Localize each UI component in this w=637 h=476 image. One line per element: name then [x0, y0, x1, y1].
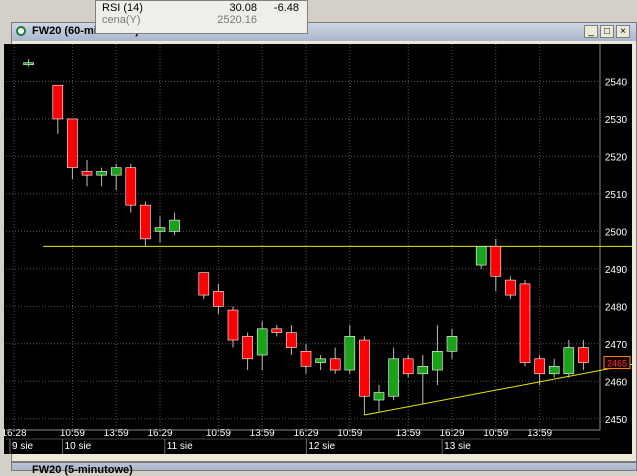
candle-body [329, 358, 341, 371]
candle-body [490, 246, 502, 277]
secondary-chart-window[interactable]: FW20 (5-minutowe) [11, 462, 637, 476]
candle-body [402, 358, 414, 375]
maximize-button[interactable]: □ [600, 25, 614, 38]
y-tick-label: 2530 [605, 115, 628, 126]
candle-body [417, 365, 429, 375]
indicator-tooltip: RSI (14) 30.08 -6.48 cena(Y) 2520.16 [95, 0, 308, 34]
candle-body [23, 62, 34, 66]
current-price-label: 2465 [607, 359, 627, 369]
candle-body [519, 283, 531, 363]
y-tick-label: 2500 [605, 227, 628, 238]
candle-body [169, 219, 180, 232]
candle-body [359, 339, 370, 397]
candle-body [344, 336, 356, 371]
candle-body [110, 167, 122, 176]
candle-body [81, 171, 93, 176]
candle-body [286, 332, 297, 348]
candle-body [534, 358, 545, 375]
candle-body [242, 336, 253, 360]
minimize-button[interactable]: _ [584, 25, 598, 38]
date-label: 11 sie [167, 441, 193, 452]
candlestick-chart-svg[interactable]: 2450 2460 2470 2480 2490 2500 2510 2520 2530 2540… [4, 44, 632, 454]
candle-body [300, 351, 312, 367]
candle-body [67, 118, 78, 168]
tooltip-price-value: 2520.16 [217, 14, 257, 26]
tooltip-rsi-label: RSI (14) [102, 2, 143, 14]
date-label: 10 sie [65, 441, 92, 452]
tooltip-row-price: cena(Y) 2520.16 [102, 14, 299, 27]
date-label: 13 sie [444, 441, 471, 452]
candle-body [563, 347, 575, 375]
secondary-window-title: FW20 (5-minutowe) [32, 464, 133, 476]
y-tick-label: 2480 [605, 302, 628, 313]
candle-body [227, 309, 239, 341]
candle-body [52, 84, 64, 120]
y-tick-label: 2450 [605, 415, 628, 426]
price-chart[interactable]: 2450 2460 2470 2480 2490 2500 2510 2520 2530 2540… [4, 44, 632, 454]
candle-body [446, 336, 458, 352]
candle-body [548, 365, 560, 375]
tooltip-rsi-value: 30.08 [229, 2, 257, 14]
y-tick-label: 2540 [605, 77, 628, 88]
y-tick-label: 2460 [605, 377, 628, 388]
candle-body [432, 351, 443, 371]
y-tick-label: 2490 [605, 265, 628, 276]
y-tick-label: 2470 [605, 340, 628, 351]
date-label: 12 sie [308, 441, 335, 452]
y-tick-label: 2510 [605, 190, 628, 201]
app-logo-icon [16, 26, 26, 36]
close-button[interactable]: × [616, 25, 630, 38]
candle-body [388, 358, 399, 397]
candle-body [315, 358, 326, 363]
candle-body [125, 167, 137, 206]
candle-body [505, 279, 516, 296]
candle-body [154, 227, 166, 232]
candle-body [271, 328, 283, 333]
candle-body [96, 171, 107, 176]
tooltip-price-label: cena(Y) [102, 14, 141, 26]
candle-body [198, 272, 210, 296]
date-label: 9 sie [12, 441, 34, 452]
candle-body [140, 204, 151, 240]
candle-body [256, 328, 268, 356]
candle-body [373, 392, 385, 401]
candle-body [578, 347, 589, 363]
y-tick-label: 2520 [605, 152, 628, 163]
tooltip-rsi-change: -6.48 [273, 2, 299, 14]
candle-body [213, 291, 224, 307]
candle-body [475, 246, 487, 266]
